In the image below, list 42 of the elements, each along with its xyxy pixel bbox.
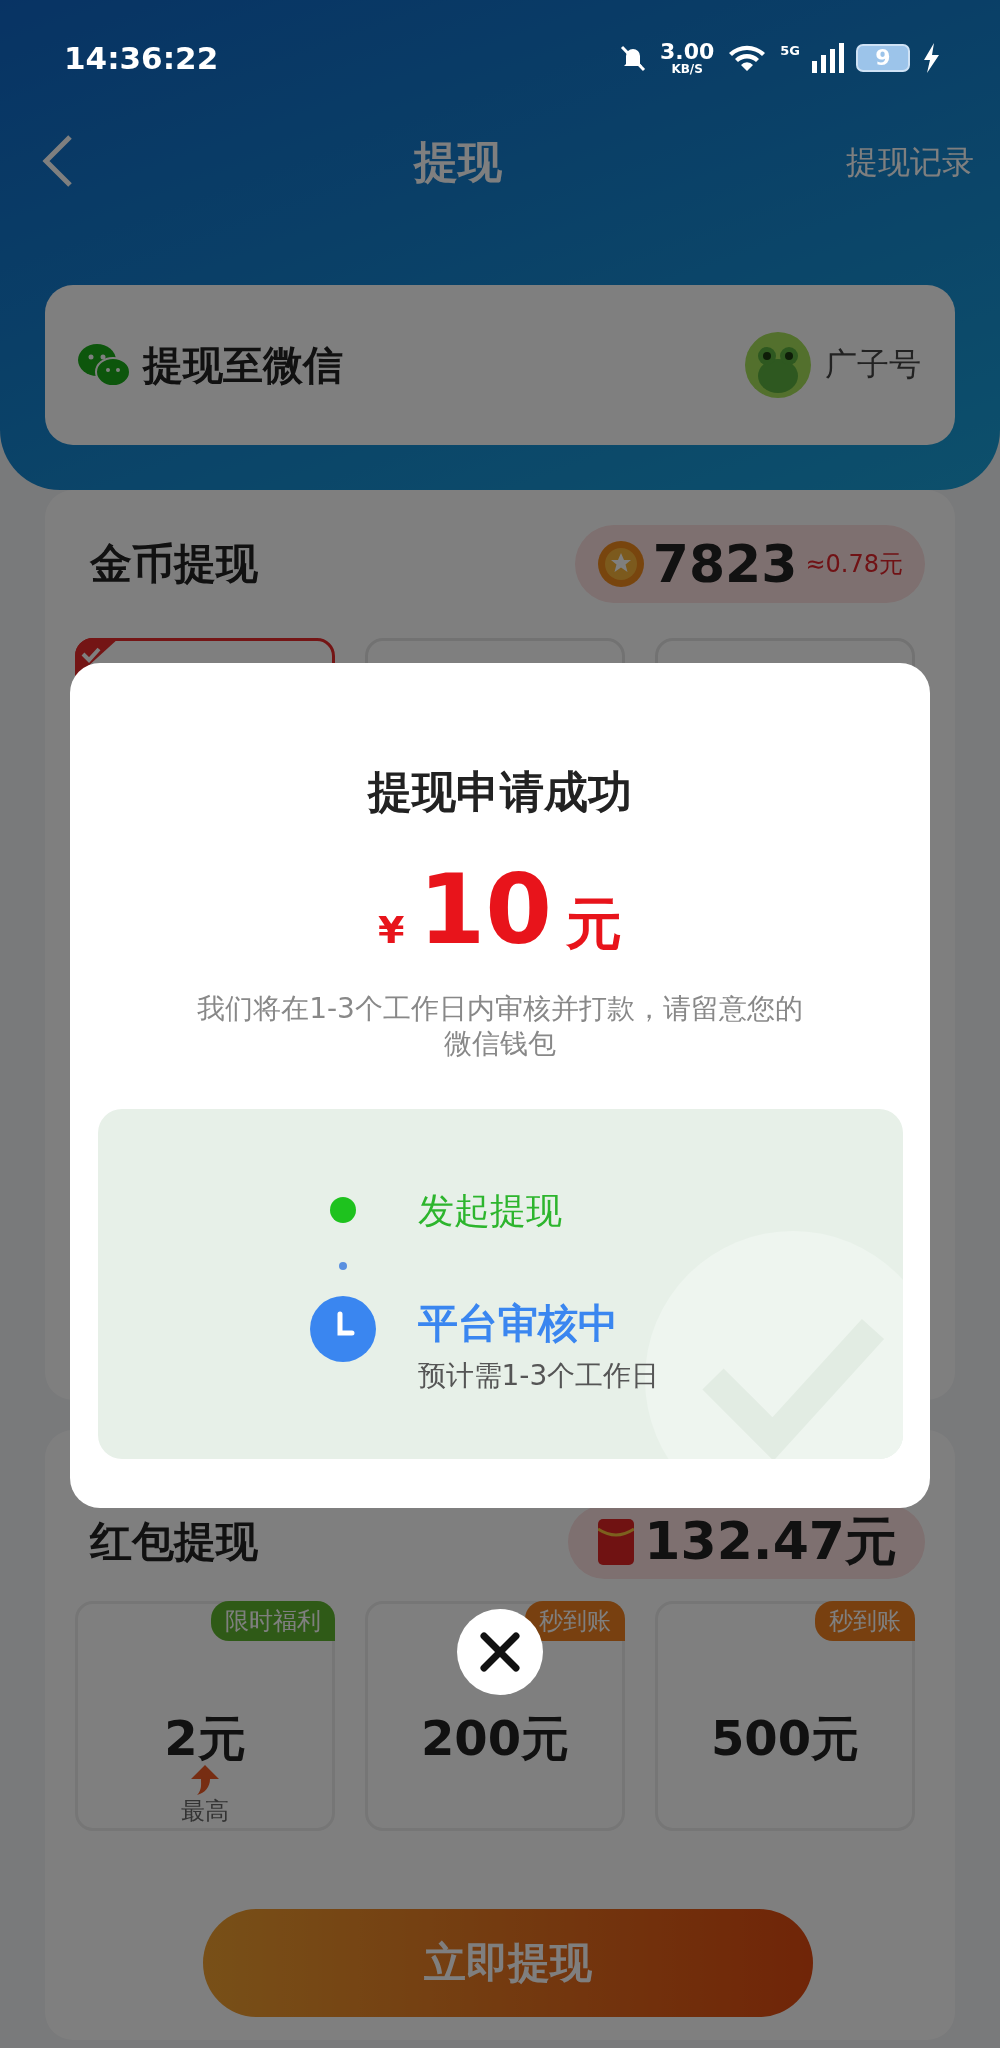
option-note: 最高 (181, 1795, 229, 1827)
option-amount: 500元 (710, 1712, 860, 1765)
dialog-message: 我们将在1-3个工作日内审核并打款，请留意您的微信钱包 (196, 991, 804, 1061)
up-arrow-icon (191, 1764, 219, 1795)
step-note: 预计需1-3个工作日 (417, 1358, 660, 1394)
withdraw-target-label: 提现至微信 (143, 340, 343, 390)
coin-icon (596, 540, 645, 588)
option-amount: 200元 (420, 1712, 570, 1765)
account-name: 广子号 (825, 344, 921, 385)
cash-option-tile[interactable]: 限时福利 2元 最高 (75, 1601, 335, 1831)
cash-balance: 132.47元 (644, 1510, 897, 1573)
page-title: 提现 (414, 135, 502, 189)
coin-balance: 7823 (652, 534, 798, 594)
network-type: 5G (780, 42, 800, 58)
connector-dot-icon (338, 1262, 347, 1270)
coin-value: ≈0.78元 (805, 549, 903, 580)
option-tag: 秒到账 (815, 1601, 915, 1641)
currency-sign: ¥ (377, 908, 405, 952)
option-amount: 2元 (164, 1712, 246, 1765)
status-time: 14:36:22 (64, 39, 219, 76)
wechat-account-card[interactable]: 提现至微信 广子号 (45, 285, 955, 445)
network-speed: 3.00 (660, 40, 715, 63)
option-tag: 秒到账 (525, 1601, 625, 1641)
frog-avatar-icon (745, 332, 811, 398)
step-label: 平台审核中 (417, 1299, 619, 1348)
amount-unit: 元 (566, 890, 622, 958)
option-tag: 限时福利 (211, 1601, 335, 1641)
dialog-title: 提现申请成功 (368, 765, 632, 819)
withdraw-history-link[interactable]: 提现记录 (840, 139, 980, 186)
battery-level: 9 (856, 43, 910, 72)
speed-unit: KB/S (671, 62, 703, 75)
signal-icon (812, 42, 844, 73)
section-title: 金币提现 (90, 538, 258, 590)
cash-option-tile[interactable]: 秒到账 500元 (655, 1601, 915, 1831)
step-label: 发起提现 (417, 1189, 562, 1233)
step-dot-icon (328, 1196, 357, 1224)
chat-bubbles-icon (77, 342, 131, 388)
clock-icon (309, 1296, 376, 1362)
withdraw-amount: 10 (418, 862, 552, 958)
section-title: 红包提现 (90, 1516, 258, 1568)
envelope-icon (598, 1519, 635, 1565)
close-icon (478, 1630, 522, 1674)
